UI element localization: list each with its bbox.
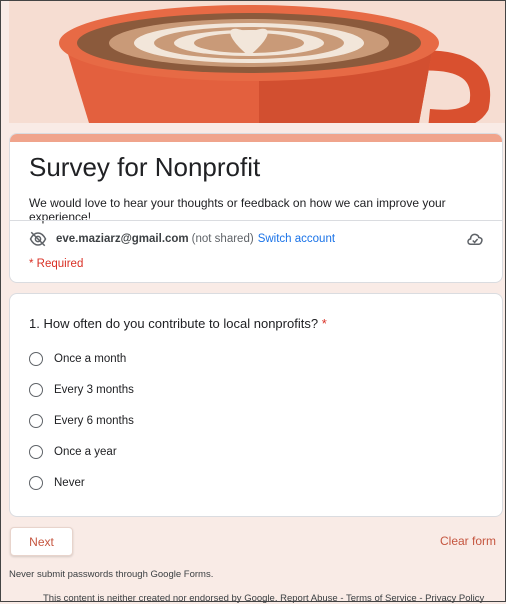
option-label: Once a month: [54, 353, 127, 365]
required-note: * Required: [29, 258, 84, 270]
eye-off-icon: [29, 231, 47, 247]
not-shared-label: (not shared): [191, 233, 254, 245]
radio-button[interactable]: [29, 383, 43, 397]
option-label: Every 3 months: [54, 384, 134, 396]
header-divider: [10, 220, 502, 221]
option-every-6-months[interactable]: Every 6 months: [29, 414, 134, 428]
radio-button[interactable]: [29, 476, 43, 490]
footer-disclaimer: This content is neither created nor endo…: [43, 593, 485, 604]
option-once-a-month[interactable]: Once a month: [29, 352, 126, 366]
option-never[interactable]: Never: [29, 476, 85, 490]
form-header-card: Survey for Nonprofit We would love to he…: [9, 133, 503, 283]
cloud-icon[interactable]: [466, 230, 484, 248]
option-every-3-months[interactable]: Every 3 months: [29, 383, 134, 397]
question-card: 1. How often do you contribute to local …: [9, 293, 503, 517]
form-title: Survey for Nonprofit: [29, 152, 261, 182]
option-once-a-year[interactable]: Once a year: [29, 445, 117, 459]
question-title: 1. How often do you contribute to local …: [29, 316, 327, 331]
clear-form-button[interactable]: Clear form: [440, 534, 496, 548]
option-label: Never: [54, 477, 85, 489]
account-row: eve.maziarz@gmail.com (not shared) Switc…: [29, 230, 335, 248]
radio-button[interactable]: [29, 445, 43, 459]
header-accent-bar: [10, 134, 502, 142]
radio-button[interactable]: [29, 352, 43, 366]
switch-account-link[interactable]: Switch account: [258, 233, 335, 245]
option-label: Every 6 months: [54, 415, 134, 427]
password-warning: Never submit passwords through Google Fo…: [9, 569, 214, 580]
next-button[interactable]: Next: [10, 527, 73, 556]
account-email: eve.maziarz@gmail.com: [56, 233, 189, 245]
question-label: 1. How often do you contribute to local …: [29, 316, 319, 331]
header-image: [9, 1, 505, 123]
radio-button[interactable]: [29, 414, 43, 428]
required-star: *: [321, 316, 327, 331]
option-label: Once a year: [54, 446, 117, 458]
